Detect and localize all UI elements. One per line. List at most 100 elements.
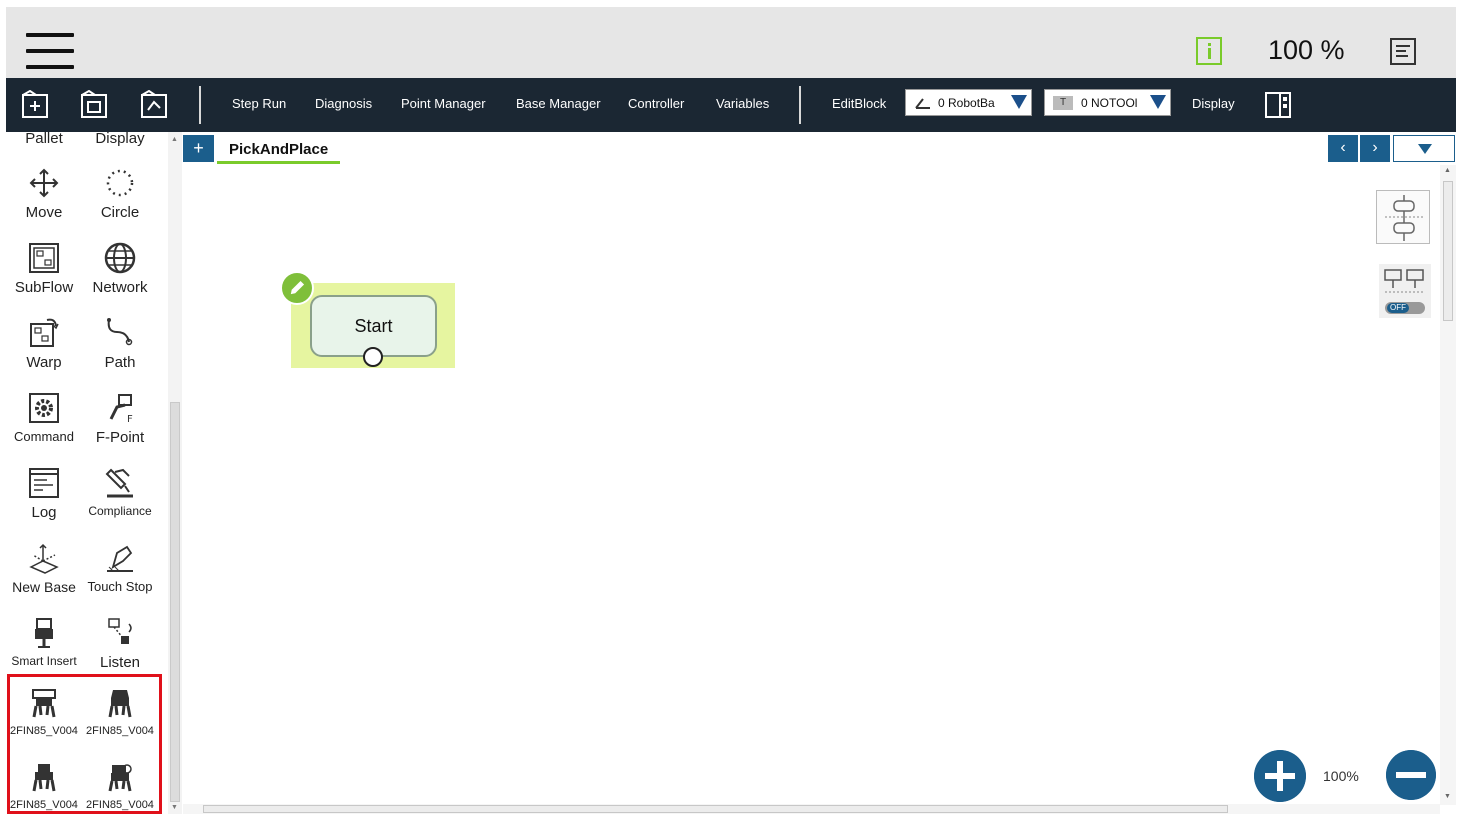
listen-icon — [108, 618, 132, 644]
base-select-value: 0 RobotBa — [938, 95, 995, 110]
save-project-icon[interactable] — [79, 90, 109, 120]
tab-list-dropdown[interactable] — [1393, 135, 1455, 162]
palette-item-label: Display — [95, 132, 145, 147]
app-window: 100 % Step Run Diagnosis Point Manager B… — [6, 7, 1456, 814]
controller-button[interactable]: Controller — [628, 96, 684, 111]
flow-canvas[interactable]: + PickAndPlace ‹ › Start OFF ▲ ▼ 100% — [183, 132, 1456, 814]
palette-item-move[interactable]: Move — [6, 166, 82, 221]
tool-select[interactable]: T 0 NOTOOl — [1044, 89, 1171, 116]
step-run-button[interactable]: Step Run — [232, 96, 286, 111]
editblock-button[interactable]: EditBlock — [832, 96, 886, 111]
palette-item-pallet[interactable]: Pallet — [6, 132, 82, 147]
palette-item-label: Warp — [26, 354, 62, 371]
tool-badge-icon: T — [1053, 95, 1073, 110]
palette-item-label: Touch Stop — [87, 579, 153, 594]
move-arrows-icon — [29, 168, 59, 198]
new-base-icon — [29, 543, 59, 574]
chevron-down-icon — [1418, 144, 1432, 154]
top-bar: 100 % — [6, 7, 1456, 78]
canvas-vertical-scrollbar[interactable]: ▲ ▼ — [1440, 165, 1456, 805]
compliance-icon — [105, 468, 133, 498]
gear-box-icon — [29, 393, 59, 423]
tab-pickandplace[interactable]: PickAndPlace — [217, 138, 341, 164]
palette-item-label: Pallet — [25, 132, 63, 147]
palette-item-label: Compliance — [88, 504, 152, 518]
palette-item-label: Network — [92, 279, 148, 296]
snap-icon — [1384, 269, 1424, 293]
base-select[interactable]: 0 RobotBa — [905, 89, 1032, 116]
variables-button[interactable]: Variables — [716, 96, 769, 111]
palette-item-listen[interactable]: Listen — [82, 616, 158, 671]
zoom-out-button[interactable] — [1386, 750, 1436, 800]
tab-next-button[interactable]: › — [1360, 135, 1390, 162]
palette-item-compliance[interactable]: Compliance — [82, 466, 158, 518]
toggle-switch[interactable]: OFF — [1385, 302, 1425, 314]
subflow-icon — [29, 243, 59, 273]
canvas-horizontal-scrollbar[interactable] — [183, 804, 1440, 814]
toolbar-separator — [199, 86, 201, 124]
base-manager-button[interactable]: Base Manager — [516, 96, 601, 111]
canvas-hscroll-thumb[interactable] — [203, 805, 1228, 813]
palette-item-display[interactable]: Display — [82, 132, 158, 147]
add-tab-button[interactable]: + — [183, 135, 214, 162]
palette-item-label: Circle — [100, 204, 140, 221]
open-project-icon[interactable] — [139, 90, 169, 120]
dotted-circle-icon — [106, 169, 134, 197]
diagnosis-button[interactable]: Diagnosis — [315, 96, 372, 111]
path-curve-icon — [107, 318, 133, 346]
command-palette: Pallet Display Move Circle SubFlow Netwo… — [6, 132, 166, 814]
palette-item-label: Listen — [99, 654, 141, 671]
palette-item-command[interactable]: Command — [6, 391, 82, 444]
panel-layout-icon[interactable] — [1264, 91, 1292, 119]
palette-item-label: Command — [14, 429, 74, 444]
toolbar-separator — [799, 86, 801, 124]
palette-item-touch-stop[interactable]: Touch Stop — [82, 541, 158, 594]
palette-item-label: Move — [25, 204, 63, 221]
canvas-zoom-level: 100% — [1323, 768, 1359, 784]
hamburger-menu-icon[interactable] — [26, 33, 74, 69]
touch-stop-icon — [107, 545, 133, 572]
palette-item-warp[interactable]: Warp — [6, 316, 82, 371]
palette-item-label: Smart Insert — [11, 654, 77, 668]
point-manager-button[interactable]: Point Manager — [401, 96, 486, 111]
gripper-highlight-box — [7, 674, 162, 814]
palette-item-circle[interactable]: Circle — [82, 166, 158, 221]
scroll-down-arrow-icon[interactable]: ▼ — [171, 804, 178, 811]
log-window-icon — [29, 468, 59, 498]
scroll-down-arrow-icon[interactable]: ▼ — [1444, 793, 1451, 800]
svg-text:F: F — [127, 414, 133, 425]
display-button[interactable]: Display — [1192, 96, 1235, 111]
info-icon[interactable] — [1196, 37, 1222, 65]
palette-item-label: F-Point — [95, 429, 145, 446]
edit-pencil-icon[interactable] — [280, 271, 314, 305]
palette-item-log[interactable]: Log — [6, 466, 82, 521]
palette-item-network[interactable]: Network — [82, 241, 158, 296]
smart-insert-icon — [35, 618, 53, 648]
global-zoom-readout: 100 % — [1268, 35, 1345, 65]
main-toolbar: Step Run Diagnosis Point Manager Base Ma… — [6, 78, 1456, 132]
palette-item-new-base[interactable]: New Base — [6, 541, 82, 595]
grid-snap-toggle[interactable]: OFF — [1379, 264, 1431, 318]
new-project-icon[interactable] — [20, 90, 50, 120]
warp-icon — [30, 318, 59, 347]
palette-scroll-thumb[interactable] — [170, 402, 180, 802]
toggle-state-label: OFF — [1387, 303, 1409, 313]
palette-item-label: Path — [104, 354, 136, 371]
auto-layout-button[interactable] — [1376, 190, 1430, 244]
palette-item-subflow[interactable]: SubFlow — [6, 241, 82, 296]
base-icon — [915, 97, 930, 109]
start-node-output-port[interactable] — [363, 347, 383, 367]
scroll-up-arrow-icon[interactable]: ▲ — [1444, 167, 1451, 174]
tab-prev-button[interactable]: ‹ — [1328, 135, 1358, 162]
chevron-down-icon — [1011, 95, 1027, 109]
palette-item-f-point[interactable]: F F-Point — [82, 391, 158, 446]
document-icon[interactable] — [1390, 38, 1416, 65]
scroll-up-arrow-icon[interactable]: ▲ — [171, 136, 178, 143]
palette-item-smart-insert[interactable]: Smart Insert — [6, 616, 82, 668]
zoom-in-button[interactable] — [1254, 750, 1306, 802]
palette-item-label: Log — [31, 504, 57, 521]
palette-scrollbar[interactable]: ▲ ▼ — [168, 132, 182, 814]
palette-item-path[interactable]: Path — [82, 316, 158, 371]
palette-item-label: New Base — [12, 579, 76, 595]
canvas-vscroll-thumb[interactable] — [1443, 181, 1453, 321]
